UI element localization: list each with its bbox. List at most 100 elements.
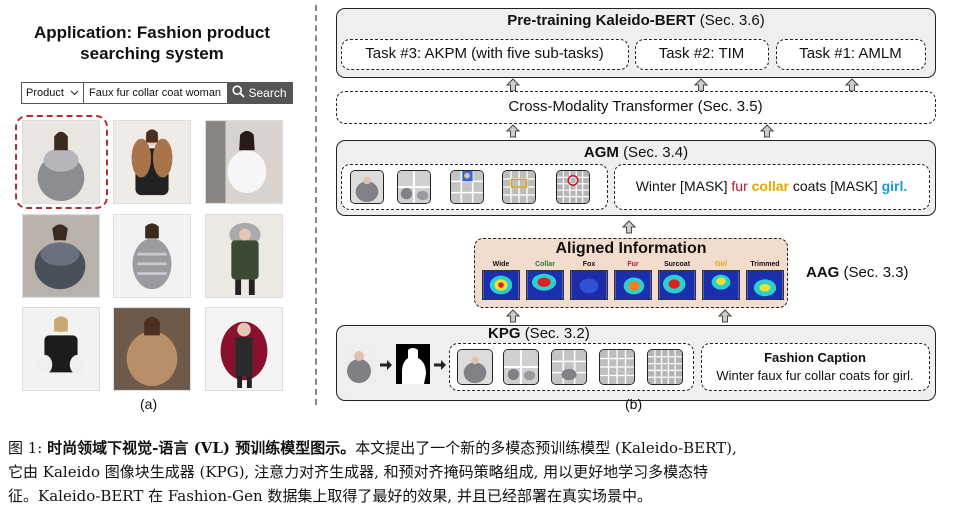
heatmap-image-wide (482, 270, 520, 300)
arrow-up-icon (506, 78, 520, 92)
aag-label-main: AAG (806, 264, 840, 281)
agm-patch-level-1 (350, 170, 384, 204)
cross-modality-transformer-box: Cross-Modality Transformer (Sec. 3.5) (336, 91, 936, 124)
heatmap-image-surcoat (658, 270, 696, 300)
heatmap-word-trimmed: Trimmed (750, 261, 780, 268)
task-tim-label: Task #2: TIM (658, 45, 745, 62)
figure-caption: 图 1: 时尚领域下视觉-语言 (VL) 预训练模型图示。本文提出了一个新的多模… (8, 436, 973, 508)
heatmap-word-surcoat: Surcoat (663, 261, 691, 268)
kpg-patch-level-1 (457, 349, 493, 385)
heatmap-image-girl (702, 270, 740, 300)
kpg-patch-level-4 (599, 349, 635, 385)
heatmap-word-girl: Girl (714, 261, 728, 268)
search-button[interactable]: Search (227, 83, 292, 103)
agm-patch-level-3 (450, 170, 484, 204)
kpg-patch-level-5 (647, 349, 683, 385)
pretraining-title-sec: (Sec. 3.6) (699, 12, 765, 29)
agm-title-sec: (Sec. 3.4) (623, 144, 689, 161)
search-input[interactable]: Faux fur collar coat woman (84, 83, 227, 103)
heatmap-image-trimmed (746, 270, 784, 300)
caption-title: 时尚领域下视觉-语言 (VL) 预训练模型图示。 (47, 439, 356, 457)
agm-title-main: AGM (583, 144, 619, 161)
panel-divider (315, 5, 317, 405)
kpg-input-image (342, 344, 376, 384)
heatmap-fox: Fox (570, 260, 608, 304)
product-result-8[interactable] (113, 307, 191, 391)
kpg-patch-level-2 (503, 349, 539, 385)
search-input-value: Faux fur collar coat woman (89, 87, 222, 99)
category-select[interactable]: Product (22, 83, 84, 103)
heatmap-image-fur (614, 270, 652, 300)
app-title-line1: Application: Fashion product (33, 23, 271, 42)
product-result-2[interactable] (113, 120, 191, 204)
fashion-caption-title: Fashion Caption (764, 350, 866, 365)
heatmap-image-collar (526, 270, 564, 300)
heatmap-surcoat: Surcoat (658, 260, 696, 304)
agm-masked-text-box: Winter [MASK] fur collar coats [MASK] gi… (614, 164, 930, 210)
app-title: Application: Fashion product searching s… (14, 22, 290, 64)
search-button-label: Search (248, 86, 287, 100)
fashion-caption-box: Fashion Caption Winter faux fur collar c… (701, 343, 930, 391)
product-result-5[interactable] (113, 214, 191, 298)
panel-a-fashion-search: Application: Fashion product searching s… (0, 0, 300, 420)
task-akpm-box: Task #3: AKPM (with five sub-tasks) (341, 39, 629, 70)
arrow-up-icon (845, 78, 859, 92)
product-result-6[interactable] (205, 214, 283, 298)
task-amlm-box: Task #1: AMLM (776, 39, 926, 70)
search-bar: Product Faux fur collar coat woman Searc… (21, 82, 293, 104)
arrow-up-icon (622, 220, 636, 234)
heatmap-fur: Fur (614, 260, 652, 304)
aligned-information-title: Aligned Information (555, 240, 707, 257)
masked-token-collar: collar (751, 178, 793, 194)
agm-masked-caption: Winter [MASK] fur collar coats [MASK] gi… (615, 178, 928, 194)
arrow-right-icon (379, 358, 393, 372)
product-result-3[interactable] (205, 120, 283, 204)
agm-patch-level-4 (502, 170, 536, 204)
agm-patch-level-5 (556, 170, 590, 204)
heatmap-word-collar: Collar (535, 261, 555, 268)
caption-line-2: 它由 Kaleido 图像块生成器 (KPG), 注意力对齐生成器, 和预对齐掩… (8, 463, 709, 481)
fashion-caption-text: Winter faux fur collar coats for girl. (716, 368, 914, 383)
kpg-title-sec: (Sec. 3.2) (524, 325, 590, 342)
arrow-up-icon (506, 124, 520, 138)
caption-line-3: 征。Kaleido-BERT 在 Fashion-Gen 数据集上取得了最好的效… (8, 487, 652, 505)
pretraining-title-main: Pre-training Kaleido-BERT (507, 12, 696, 29)
product-result-7[interactable] (22, 307, 100, 391)
selected-result-highlight (15, 115, 108, 209)
chevron-down-icon (70, 87, 79, 99)
aag-label: AAG (Sec. 3.3) (806, 264, 909, 281)
masked-token-coats: coats [MASK] (792, 178, 882, 194)
heatmap-word-fox: Fox (582, 261, 596, 268)
masked-token-fur: fur (731, 178, 752, 194)
caption-line-1-text: 本文提出了一个新的多模态预训练模型 (Kaleido-BERT), (355, 439, 737, 457)
heatmap-wide: Wide (482, 260, 520, 304)
arrow-up-icon (694, 78, 708, 92)
task-akpm-label: Task #3: AKPM (with five sub-tasks) (365, 45, 604, 62)
category-select-value: Product (26, 87, 64, 99)
pretraining-title: Pre-training Kaleido-BERT (Sec. 3.6) (336, 12, 936, 29)
product-result-9[interactable] (205, 307, 283, 391)
product-result-4[interactable] (22, 214, 100, 298)
aag-label-sec: (Sec. 3.3) (843, 264, 909, 281)
kpg-saliency-mask (396, 344, 430, 384)
masked-token-winter: Winter [MASK] (635, 178, 732, 194)
heatmap-girl: Girl (702, 260, 740, 304)
heatmap-word-wide: Wide (492, 261, 510, 268)
kpg-title-main: KPG (488, 325, 521, 342)
cross-modality-transformer-label: Cross-Modality Transformer (Sec. 3.5) (508, 98, 763, 115)
heatmap-trimmed: Trimmed (746, 260, 784, 304)
heatmap-word-fur: Fur (627, 261, 639, 268)
arrow-up-icon (718, 309, 732, 323)
kpg-patch-level-3 (551, 349, 587, 385)
app-title-line2: searching system (80, 44, 224, 63)
arrow-up-icon (760, 124, 774, 138)
panel-a-label: (a) (140, 396, 158, 412)
arrow-up-icon (506, 309, 520, 323)
kpg-title: KPG (Sec. 3.2) (488, 325, 590, 342)
task-amlm-label: Task #1: AMLM (799, 45, 902, 62)
arrow-right-icon (433, 358, 447, 372)
agm-title: AGM (Sec. 3.4) (336, 144, 936, 161)
panel-b-label: (b) (625, 396, 643, 412)
heatmap-collar: Collar (526, 260, 564, 304)
agm-patch-level-2 (397, 170, 431, 204)
